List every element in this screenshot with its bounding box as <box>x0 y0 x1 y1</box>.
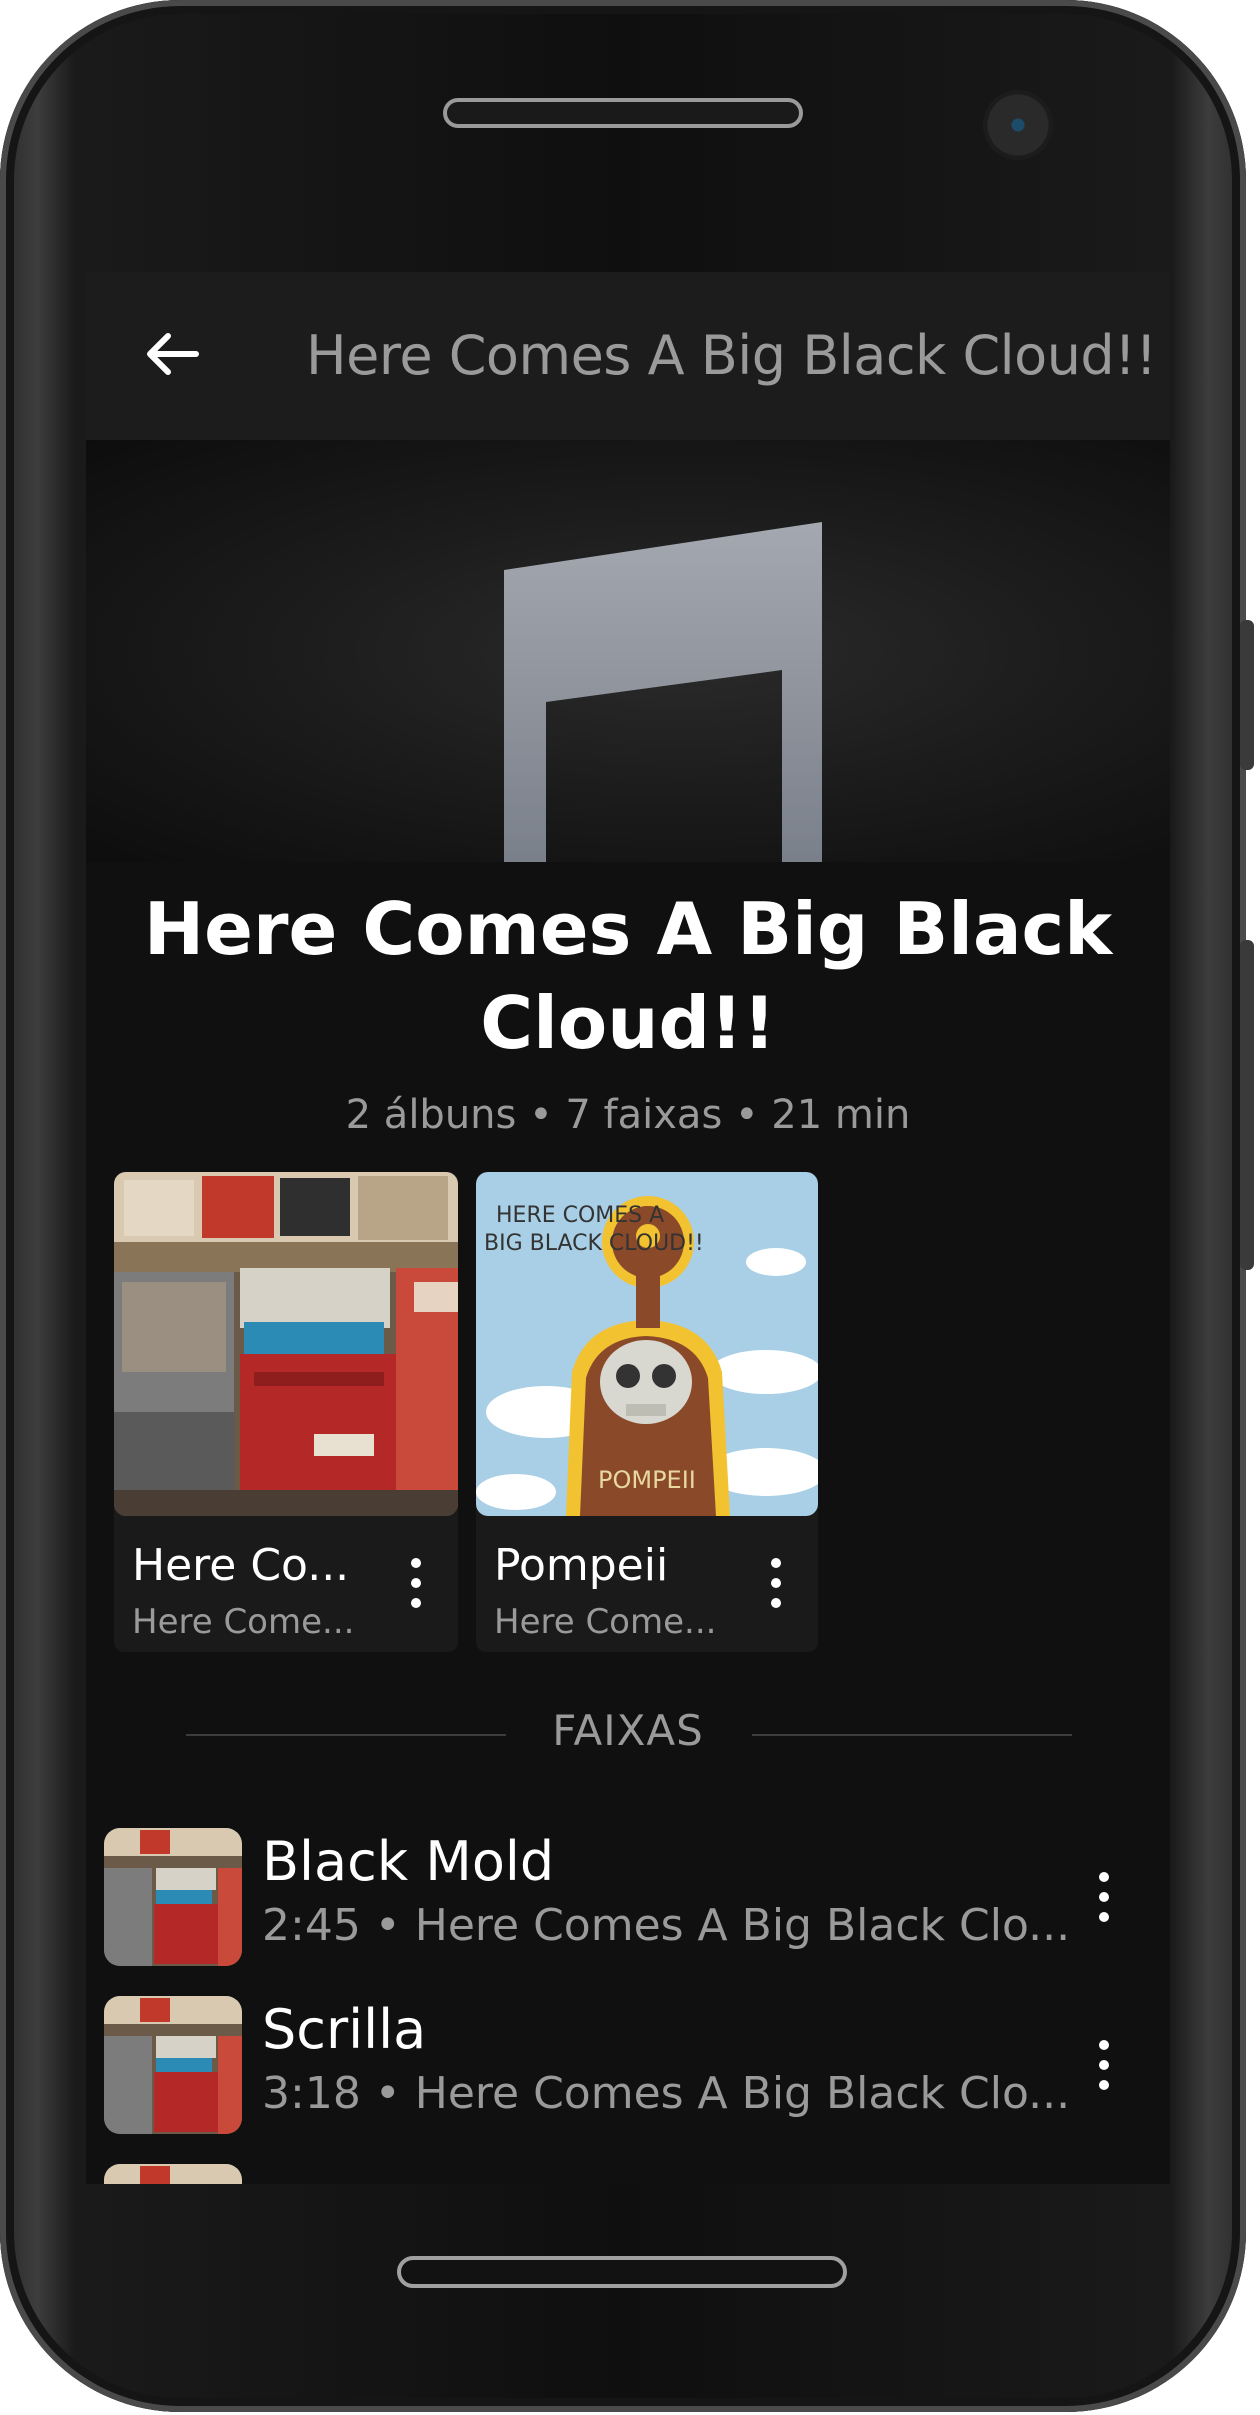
phone-frame: Here Comes A Big Black Cloud!! Here Come… <box>0 0 1254 2412</box>
track-subtitle: 2:45 • Here Comes A Big Black Clo... <box>262 1900 1071 1951</box>
track-thumbnail <box>104 1996 242 2134</box>
track-row[interactable]: Black Mold 2:45 • Here Comes A Big Black… <box>86 1818 1170 1974</box>
track-title: Scrilla <box>262 1998 427 2061</box>
svg-text:HERE COMES A: HERE COMES A <box>496 1203 664 1228</box>
volume-button <box>1240 620 1254 770</box>
more-options-icon[interactable] <box>396 1554 436 1614</box>
artist-name: Here Comes A Big Black Cloud!! <box>143 887 1113 1065</box>
power-button <box>1240 940 1254 1270</box>
album-card[interactable]: HERE COMES A BIG BLACK CLOUD!! POMPEII P… <box>476 1172 818 1652</box>
arrow-left-icon <box>147 333 199 375</box>
album-title: Pompeii <box>494 1540 669 1591</box>
more-options-icon[interactable] <box>1084 2036 1124 2096</box>
svg-text:BIG BLACK CLOUD!!: BIG BLACK CLOUD!! <box>484 1231 704 1256</box>
track-row[interactable]: Scrilla 3:18 • Here Comes A Big Black Cl… <box>86 1986 1170 2142</box>
more-options-icon[interactable] <box>756 1554 796 1614</box>
album-cover-records <box>114 1172 458 1516</box>
album-cover-pompeii: HERE COMES A BIG BLACK CLOUD!! POMPEII <box>476 1172 818 1516</box>
divider-right <box>752 1734 1072 1736</box>
earpiece-speaker <box>443 98 803 128</box>
app-bar-title: Here Comes A Big Black Cloud!! <box>306 324 1157 387</box>
track-subtitle: 3:18 • Here Comes A Big Black Clo... <box>262 2068 1071 2119</box>
app-bar: Here Comes A Big Black Cloud!! <box>86 272 1170 440</box>
svg-text:POMPEII: POMPEII <box>598 1466 696 1494</box>
app-screen: Here Comes A Big Black Cloud!! Here Come… <box>86 272 1170 2184</box>
track-thumbnail <box>104 1828 242 1966</box>
more-options-icon[interactable] <box>1084 1868 1124 1928</box>
track-row[interactable] <box>86 2154 1170 2184</box>
artist-hero-image <box>86 440 1170 862</box>
track-title: Black Mold <box>262 1830 555 1893</box>
album-artist: Here Come... <box>494 1602 717 1642</box>
front-camera <box>983 90 1053 160</box>
tracks-section-label: FAIXAS <box>552 1706 704 1755</box>
back-button[interactable] <box>140 322 204 386</box>
home-button[interactable] <box>397 2256 847 2288</box>
album-artist: Here Come... <box>132 1602 355 1642</box>
music-note-icon <box>504 522 822 862</box>
artist-stats: 2 álbuns • 7 faixas • 21 min <box>345 1092 911 1138</box>
album-card[interactable]: Here Co... Here Come... <box>114 1172 458 1652</box>
album-title: Here Co... <box>132 1540 350 1591</box>
track-thumbnail <box>104 2164 242 2184</box>
